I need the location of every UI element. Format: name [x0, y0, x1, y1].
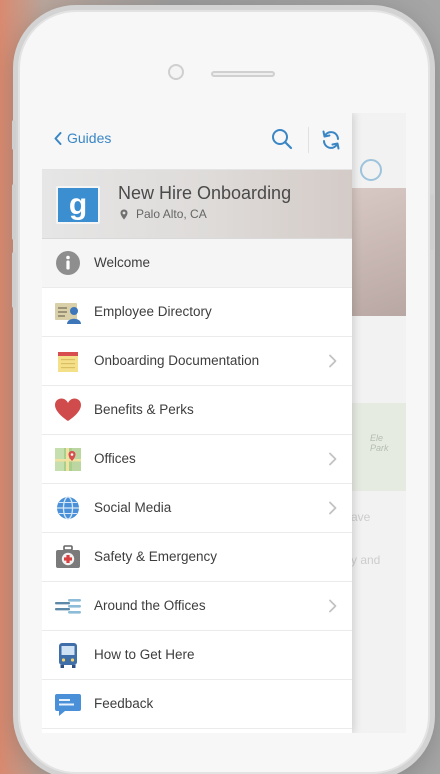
guide-header: g New Hire Onboarding Palo Alto, CA: [42, 170, 352, 239]
menu-item-feedback[interactable]: Feedback: [42, 680, 352, 729]
first-aid-kit-icon: [56, 545, 80, 568]
menu-item-social-media[interactable]: Social Media: [42, 484, 352, 533]
chevron-left-icon: [54, 131, 62, 145]
phone-screen: Ele Park ave y and Guides g New Hire Onb…: [42, 113, 406, 733]
menu-item-label: Employee Directory: [94, 304, 212, 319]
notepad-icon: [58, 352, 78, 372]
menu-item-around-the-offices[interactable]: Around the Offices: [42, 582, 352, 631]
earpiece-speaker: [211, 71, 275, 77]
chevron-right-icon: [329, 501, 337, 515]
back-to-guides-button[interactable]: Guides: [54, 130, 111, 146]
chevron-right-icon: [329, 452, 337, 466]
menu-item-benefits-perks[interactable]: Benefits & Perks: [42, 386, 352, 435]
menu-item-label: Around the Offices: [94, 598, 206, 613]
guide-menu: Welcome Employee Directory Onboarding Do…: [42, 239, 352, 729]
chevron-right-icon: [329, 354, 337, 368]
menu-item-label: Safety & Emergency: [94, 549, 218, 564]
background-map-label: Ele Park: [370, 433, 389, 453]
guide-logo: g: [56, 186, 100, 224]
menu-item-safety-emergency[interactable]: Safety & Emergency: [42, 533, 352, 582]
menu-item-label: Welcome: [94, 255, 151, 270]
dining-icon: [55, 599, 81, 614]
search-icon[interactable]: [270, 127, 294, 151]
power-button: [430, 194, 434, 250]
menu-item-label: Onboarding Documentation: [94, 353, 260, 368]
menu-item-label: Feedback: [94, 696, 154, 711]
volume-down-button: [12, 252, 16, 308]
volume-up-button: [12, 184, 16, 240]
background-photo: [348, 188, 406, 316]
front-camera: [168, 64, 184, 80]
location-pin-icon: [120, 209, 128, 219]
menu-item-label: How to Get Here: [94, 647, 195, 662]
contact-card-icon: [55, 303, 81, 324]
drawer-top-bar: Guides: [42, 113, 352, 170]
background-text: y and: [351, 553, 381, 567]
background-text: ave: [351, 510, 371, 524]
guide-title: New Hire Onboarding: [118, 183, 292, 203]
menu-item-label: Benefits & Perks: [94, 402, 194, 417]
chat-bubble-icon: [55, 694, 81, 716]
info-icon: [56, 251, 80, 275]
menu-item-offices[interactable]: Offices: [42, 435, 352, 484]
menu-item-how-to-get-here[interactable]: How to Get Here: [42, 631, 352, 680]
toolbar-divider: [308, 127, 309, 153]
map-icon: [55, 448, 81, 471]
globe-icon: [57, 496, 79, 520]
back-label: Guides: [67, 130, 112, 146]
location-text: Palo Alto, CA: [136, 207, 207, 221]
navigation-drawer: Guides g New Hire Onboarding Palo Alto, …: [42, 113, 352, 733]
menu-item-welcome[interactable]: Welcome: [42, 239, 352, 288]
chevron-right-icon: [329, 599, 337, 613]
menu-item-employee-directory[interactable]: Employee Directory: [42, 288, 352, 337]
refresh-icon[interactable]: [319, 128, 343, 152]
menu-item-label: Social Media: [94, 500, 172, 515]
bus-icon: [59, 643, 77, 668]
menu-item-onboarding-documentation[interactable]: Onboarding Documentation: [42, 337, 352, 386]
heart-icon: [55, 398, 81, 421]
guide-location: Palo Alto, CA: [120, 207, 207, 221]
mute-switch: [12, 120, 16, 150]
menu-item-label: Offices: [94, 451, 136, 466]
profile-icon[interactable]: [360, 159, 382, 181]
